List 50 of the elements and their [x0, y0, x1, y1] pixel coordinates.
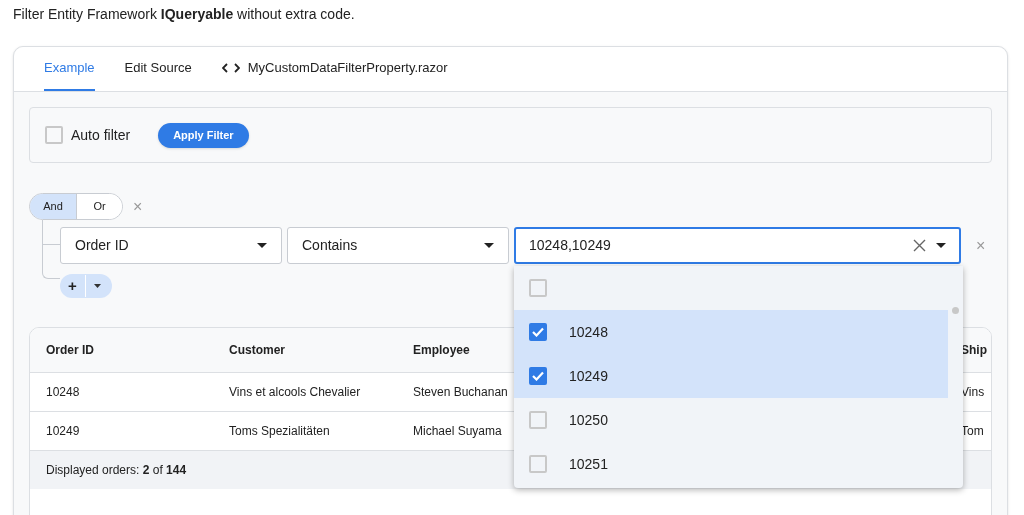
- table-cell-text: 10248: [46, 384, 81, 401]
- caret-icon: [257, 243, 267, 248]
- scrollbar-thumb[interactable]: [952, 307, 959, 314]
- tab-label: MyCustomDataFilterProperty.razor: [247, 59, 448, 78]
- caret-icon: [484, 243, 494, 248]
- option-label: 10249: [569, 366, 608, 386]
- intro-text: Filter Entity Framework IQueryable without extra code.: [13, 5, 355, 24]
- checkbox[interactable]: [529, 455, 547, 473]
- table-cell-text: Michael Suyama: [413, 423, 503, 440]
- tab-label: Edit Source: [124, 59, 192, 78]
- footer-text: Displayed orders: 2 of 144: [46, 462, 187, 479]
- property-select[interactable]: Order ID: [60, 227, 282, 264]
- dropdown-option[interactable]: 10249: [514, 354, 948, 398]
- table-cell-text: 10249: [46, 423, 81, 440]
- column-header: Employee: [413, 342, 471, 359]
- checkbox[interactable]: [529, 367, 547, 385]
- table-cell-text: Steven Buchanan: [413, 384, 509, 401]
- option-label: 10251: [569, 454, 608, 474]
- column-header: Order ID: [46, 342, 95, 359]
- tab[interactable]: Example: [44, 47, 95, 91]
- select-value: Contains: [302, 236, 358, 255]
- dropdown-option[interactable]: 10250: [514, 398, 948, 442]
- option-label: 10248: [569, 322, 608, 342]
- caret-icon: [936, 243, 946, 248]
- caret-icon: [94, 284, 101, 288]
- value-select[interactable]: 10248,10249: [514, 227, 961, 264]
- checkbox-label: Auto filter: [71, 125, 131, 145]
- select-value: Order ID: [75, 236, 129, 255]
- dropdown-option[interactable]: 10251: [514, 442, 948, 486]
- table-cell-text: Tom: [961, 423, 985, 440]
- clear-icon[interactable]: [913, 239, 926, 252]
- tab[interactable]: Edit Source: [124, 47, 192, 91]
- code-icon: [221, 63, 240, 73]
- add-rule-button[interactable]: +: [60, 274, 112, 298]
- dropdown-option[interactable]: 10248: [514, 310, 948, 354]
- checkbox[interactable]: [529, 411, 547, 429]
- tab[interactable]: MyCustomDataFilterProperty.razor: [221, 47, 448, 91]
- checkbox[interactable]: [529, 279, 547, 297]
- tab-label: Example: [44, 59, 95, 78]
- table-cell-text: Vins et alcools Chevalier: [229, 384, 362, 401]
- apply-filter-button[interactable]: Apply Filter: [158, 122, 249, 148]
- option-label: 10250: [569, 410, 608, 430]
- checkbox[interactable]: [45, 126, 63, 144]
- operator-select[interactable]: Contains: [287, 227, 509, 264]
- checkbox[interactable]: [529, 323, 547, 341]
- column-header: Customer: [229, 342, 286, 359]
- logic-option[interactable]: And: [30, 194, 76, 219]
- select-value: 10248,10249: [529, 236, 612, 255]
- table-cell-text: Toms Spezialitäten: [229, 423, 331, 440]
- logic-option[interactable]: Or: [76, 194, 122, 219]
